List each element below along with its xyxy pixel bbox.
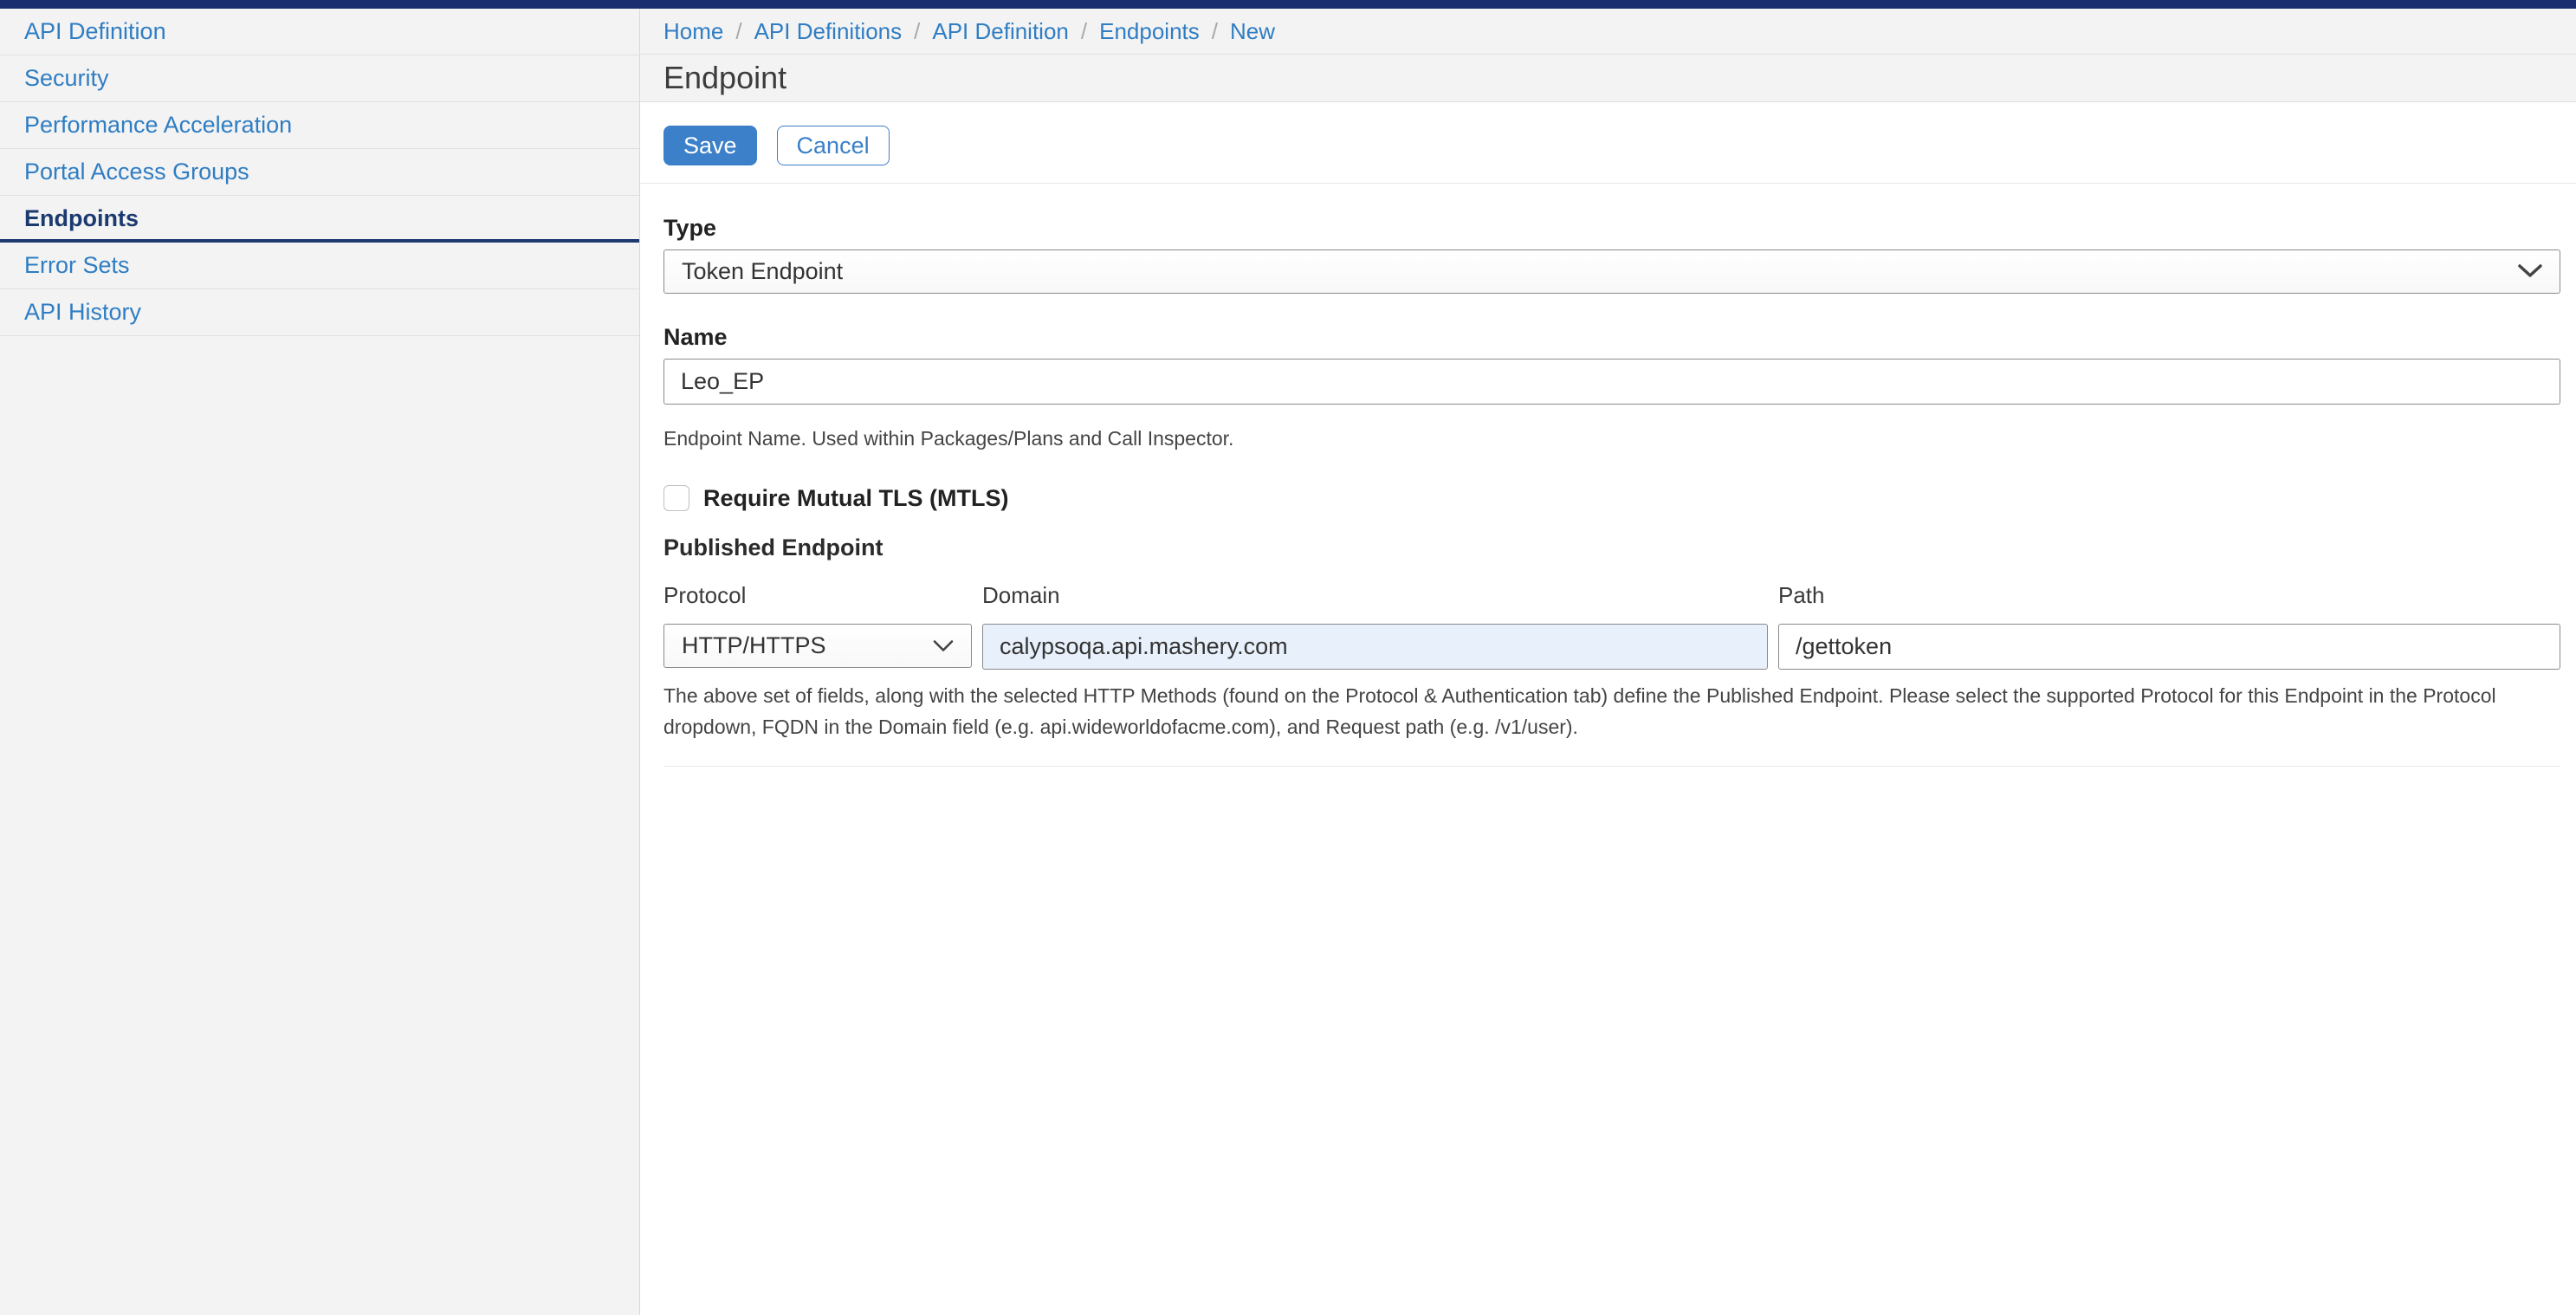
mtls-label: Require Mutual TLS (MTLS) (703, 485, 1008, 512)
protocol-select[interactable]: HTTP/HTTPS (663, 624, 972, 668)
breadcrumb-api-definition[interactable]: API Definition (932, 18, 1069, 45)
published-endpoint-row: Protocol HTTP/HTTPS Domain Path (663, 582, 2560, 670)
path-label: Path (1778, 582, 2560, 609)
app-shell: API Definition Security Performance Acce… (0, 9, 2576, 1315)
name-label: Name (663, 324, 2560, 351)
domain-input[interactable] (982, 624, 1768, 670)
sidebar-item-security[interactable]: Security (0, 55, 639, 102)
chevron-down-icon (2518, 258, 2542, 285)
save-button[interactable]: Save (663, 126, 757, 165)
title-bar: Endpoint (640, 55, 2576, 102)
sidebar-item-endpoints[interactable]: Endpoints (0, 196, 639, 243)
breadcrumb-separator: / (1081, 18, 1087, 45)
sidebar-item-portal-access-groups[interactable]: Portal Access Groups (0, 149, 639, 196)
breadcrumb-separator: / (735, 18, 741, 45)
type-select[interactable]: Token Endpoint (663, 249, 2560, 294)
name-input[interactable] (663, 359, 2560, 405)
page-title: Endpoint (663, 60, 786, 96)
breadcrumb-home[interactable]: Home (663, 18, 723, 45)
protocol-select-value: HTTP/HTTPS (682, 632, 922, 659)
domain-label: Domain (982, 582, 1768, 609)
type-select-value: Token Endpoint (682, 258, 2508, 285)
mtls-checkbox[interactable] (663, 485, 689, 511)
breadcrumb-separator: / (914, 18, 920, 45)
name-help-text: Endpoint Name. Used within Packages/Plan… (663, 424, 2560, 455)
sidebar-item-api-history[interactable]: API History (0, 289, 639, 336)
breadcrumb-endpoints[interactable]: Endpoints (1099, 18, 1200, 45)
breadcrumb-new[interactable]: New (1230, 18, 1275, 45)
published-endpoint-heading: Published Endpoint (663, 534, 2560, 561)
path-column: Path (1778, 582, 2560, 670)
sidebar-item-error-sets[interactable]: Error Sets (0, 243, 639, 289)
sidebar: API Definition Security Performance Acce… (0, 9, 640, 1315)
main-content: Home / API Definitions / API Definition … (640, 9, 2576, 1315)
protocol-label: Protocol (663, 582, 972, 609)
breadcrumb-api-definitions[interactable]: API Definitions (754, 18, 903, 45)
sidebar-item-api-definition[interactable]: API Definition (0, 9, 639, 55)
mtls-row: Require Mutual TLS (MTLS) (663, 485, 2560, 512)
cancel-button[interactable]: Cancel (777, 126, 890, 165)
form-bottom-divider (663, 766, 2560, 767)
breadcrumb: Home / API Definitions / API Definition … (640, 9, 2576, 55)
type-label: Type (663, 215, 2560, 242)
domain-column: Domain (982, 582, 1768, 670)
path-input[interactable] (1778, 624, 2560, 670)
sidebar-item-performance-acceleration[interactable]: Performance Acceleration (0, 102, 639, 149)
chevron-down-icon (933, 632, 954, 659)
breadcrumb-separator: / (1212, 18, 1218, 45)
endpoint-form: Type Token Endpoint Name Endpoint Name. … (640, 184, 2576, 767)
published-endpoint-help-text: The above set of fields, along with the … (663, 680, 2560, 744)
action-button-row: Save Cancel (640, 102, 2576, 184)
top-accent-bar (0, 0, 2576, 9)
protocol-column: Protocol HTTP/HTTPS (663, 582, 972, 670)
